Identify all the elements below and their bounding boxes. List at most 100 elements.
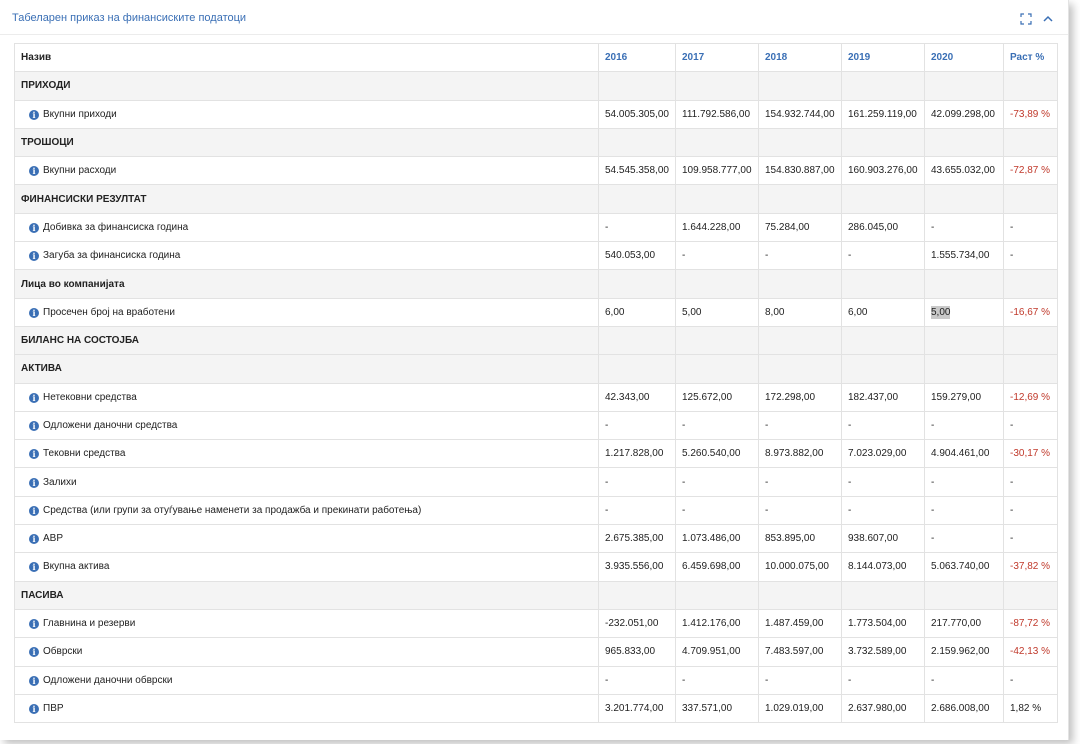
value-cell: -: [758, 241, 842, 271]
value-text: 42.099.298,00: [931, 108, 995, 120]
growth-cell: 1,82 %: [1003, 693, 1058, 724]
expand-icon[interactable]: [1020, 13, 1032, 25]
section-empty-cell: [598, 184, 676, 214]
value-text: 6,00: [605, 306, 625, 318]
info-icon[interactable]: i: [29, 449, 39, 460]
column-header-2020[interactable]: 2020: [924, 42, 1004, 73]
info-icon[interactable]: i: [29, 675, 39, 686]
value-text: -: [931, 476, 935, 488]
value-text: 154.932.744,00: [765, 108, 835, 120]
row-name-cell: i Средства (или групи за отуѓување намене…: [14, 495, 599, 526]
info-icon[interactable]: i: [29, 392, 39, 403]
row-name-cell: i Одложени даночни обврски: [14, 665, 599, 695]
value-cell: 172.298,00: [758, 382, 842, 412]
panel-header-controls: [1020, 13, 1054, 25]
section-empty-cell: [841, 184, 925, 214]
value-text: -: [765, 420, 769, 431]
info-icon[interactable]: i: [29, 222, 39, 233]
column-header-2016[interactable]: 2016: [598, 42, 676, 73]
section-empty-cell: [1003, 71, 1058, 101]
value-cell: 54.545.358,00: [598, 156, 676, 186]
section-empty-cell: [675, 71, 759, 101]
value-text: 8,00: [765, 306, 785, 318]
value-text: -: [682, 504, 686, 516]
row-label: Тековни средства: [43, 448, 126, 460]
info-icon[interactable]: i: [29, 562, 39, 573]
value-cell: 5,00: [675, 297, 759, 327]
value-text: 4.709.951,00: [682, 646, 741, 658]
section-row: ПАСИВА: [14, 580, 1058, 610]
column-header-2017[interactable]: 2017: [675, 42, 759, 73]
row-name-cell: i Нетековни средства: [14, 382, 599, 412]
value-text: 5,00: [682, 306, 702, 318]
financial-table-container: Назив 2016 2017 2018 2019 2020 Раст % ПР…: [14, 42, 1058, 724]
row-name-cell: i АВР: [14, 524, 599, 554]
value-text: -: [765, 504, 769, 516]
row-label: Одложени даночни средства: [43, 420, 178, 431]
value-cell: 337.571,00: [675, 693, 759, 724]
value-cell: 217.770,00: [924, 608, 1004, 639]
value-text: 161.259.119,00: [848, 108, 917, 120]
value-text: -: [605, 221, 609, 233]
info-icon[interactable]: i: [29, 619, 39, 630]
column-header-2019[interactable]: 2019: [841, 42, 925, 73]
section-empty-cell: [924, 127, 1004, 158]
row-label: Добивка за финансиска година: [43, 221, 189, 233]
value-text: 3.201.774,00: [605, 702, 664, 714]
value-text: -: [605, 476, 609, 488]
value-text: -: [605, 420, 609, 431]
section-empty-cell: [675, 580, 759, 610]
value-text: 75.284,00: [765, 221, 810, 233]
column-header-name[interactable]: Назив: [14, 42, 599, 73]
value-cell: 2.686.008,00: [924, 693, 1004, 724]
value-cell: 8.144.073,00: [841, 552, 925, 582]
value-text: 154.830.887,00: [765, 165, 835, 177]
value-cell: -: [758, 665, 842, 695]
value-text: -: [848, 476, 852, 488]
section-empty-cell: [1003, 269, 1058, 299]
column-header-growth[interactable]: Раст %: [1003, 42, 1058, 73]
value-cell: -: [675, 241, 759, 271]
financial-data-panel: Табеларен приказ на финансиските податоц…: [0, 0, 1069, 740]
value-cell: 540.053,00: [598, 241, 676, 271]
section-empty-cell: [758, 269, 842, 299]
growth-cell: -30,17 %: [1003, 439, 1058, 469]
section-empty-cell: [758, 580, 842, 610]
info-icon[interactable]: i: [29, 534, 39, 545]
info-icon[interactable]: i: [29, 647, 39, 658]
section-empty-cell: [758, 127, 842, 158]
value-cell: -: [924, 524, 1004, 554]
section-empty-cell: [924, 354, 1004, 384]
section-empty-cell: [1003, 127, 1058, 158]
info-icon[interactable]: i: [29, 477, 39, 488]
value-cell: 125.672,00: [675, 382, 759, 412]
info-icon[interactable]: i: [29, 109, 39, 120]
value-text: 3.935.556,00: [605, 561, 664, 573]
info-icon[interactable]: i: [29, 307, 39, 318]
section-empty-cell: [1003, 184, 1058, 214]
table-row: i Загуба за финансиска година 540.053,00 - -…: [14, 241, 1058, 271]
value-text: 109.958.777,00: [682, 165, 752, 177]
info-icon[interactable]: i: [29, 251, 39, 262]
info-icon[interactable]: i: [29, 505, 39, 516]
value-text: 1.412.176,00: [682, 618, 741, 630]
growth-cell: -: [1003, 212, 1058, 243]
value-cell: -: [758, 410, 842, 441]
row-label: ПВР: [43, 702, 64, 714]
info-icon[interactable]: i: [29, 166, 39, 177]
value-cell: -: [675, 665, 759, 695]
value-cell: 42.343,00: [598, 382, 676, 412]
section-empty-cell: [841, 71, 925, 101]
info-icon[interactable]: i: [29, 421, 39, 431]
column-header-2018[interactable]: 2018: [758, 42, 842, 73]
value-cell: 6.459.698,00: [675, 552, 759, 582]
chevron-up-icon[interactable]: [1042, 13, 1054, 25]
value-text: -: [848, 674, 852, 686]
value-text: 5.063.740,00: [931, 561, 990, 573]
section-row: БИЛАНС НА СОСТОЈБА: [14, 325, 1058, 356]
growth-cell: -: [1003, 241, 1058, 271]
section-empty-cell: [675, 325, 759, 356]
info-icon[interactable]: i: [29, 703, 39, 714]
table-row: i Тековни средства 1.217.828,00 5.260.540,0…: [14, 439, 1058, 469]
value-text: -: [682, 674, 686, 686]
